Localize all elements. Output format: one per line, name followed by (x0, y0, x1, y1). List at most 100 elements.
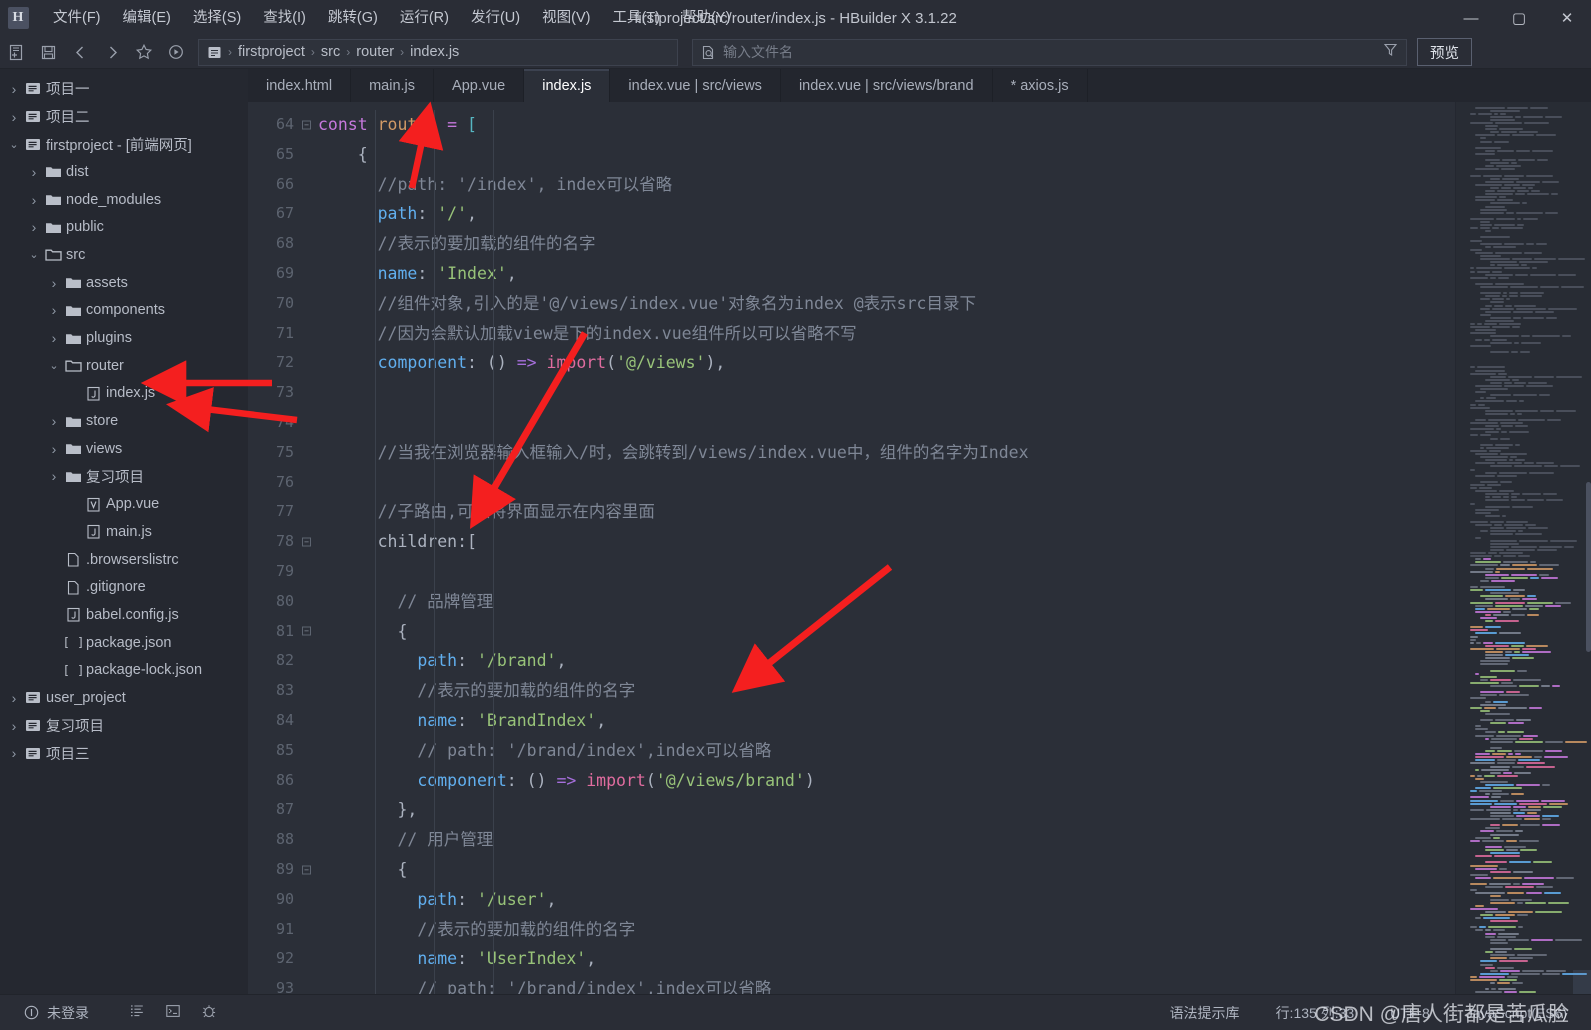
menu-edit[interactable]: 编辑(E) (112, 4, 182, 32)
tree-item-app.vue[interactable]: App.vue (0, 490, 248, 518)
breadcrumb-item-3[interactable]: index.js (410, 44, 459, 60)
chevron-right-icon[interactable]: › (6, 81, 22, 97)
breadcrumb-item-1[interactable]: src (321, 44, 340, 60)
forward-icon[interactable] (96, 36, 128, 69)
code-line[interactable]: component: () => import('@/views'), (318, 348, 1455, 378)
menu-goto[interactable]: 跳转(G) (317, 4, 389, 32)
tree-item-main.js[interactable]: main.js (0, 518, 248, 546)
chevron-right-icon[interactable]: › (46, 330, 62, 346)
chevron-down-icon[interactable]: ⌄ (6, 138, 22, 151)
code-line[interactable]: //表示的要加载的组件的名字 (318, 676, 1455, 706)
menu-help[interactable]: 帮助(Y) (671, 4, 741, 32)
close-button[interactable]: ✕ (1543, 0, 1591, 36)
outline-icon[interactable] (129, 1003, 145, 1022)
chevron-right-icon[interactable]: › (46, 413, 62, 429)
tree-item-user_project[interactable]: › user_project (0, 684, 248, 712)
editor-tab-3[interactable]: index.js (524, 69, 611, 102)
tree-item-node_modules[interactable]: › node_modules (0, 186, 248, 214)
editor-area[interactable]: 64−65 66 67 68 69 70 71 72 73 74 75 76 77 78−79 80 81−8… (248, 102, 1591, 994)
code-line[interactable]: component: () => import('@/views/brand') (318, 766, 1455, 796)
chevron-right-icon[interactable]: › (46, 468, 62, 484)
code-line[interactable] (318, 408, 1455, 438)
chevron-right-icon[interactable]: › (6, 690, 22, 706)
code-line[interactable]: { (318, 617, 1455, 647)
editor-tab-bar[interactable]: index.html main.js App.vue index.js index.vu… (248, 69, 1591, 102)
tree-item-components[interactable]: › components (0, 297, 248, 325)
code-line[interactable]: // path: '/brand/index',index可以省略 (318, 974, 1455, 994)
menu-tools[interactable]: 工具(T) (601, 4, 671, 32)
maximize-button[interactable]: ▢ (1495, 0, 1543, 36)
file-search-box[interactable]: 输入文件名 (692, 38, 1407, 66)
file-tree[interactable]: › 项目一 › 项目二 ⌄ firstproject - [前端网页] › dist › node… (0, 75, 248, 767)
chevron-right-icon[interactable]: › (26, 192, 42, 208)
tree-item-assets[interactable]: › assets (0, 269, 248, 297)
menu-file[interactable]: 文件(F) (42, 4, 112, 32)
editor-scrollbar[interactable] (1586, 102, 1591, 994)
tree-item-public[interactable]: › public (0, 213, 248, 241)
code-line[interactable]: { (318, 855, 1455, 885)
syntax-library-label[interactable]: 语法提示库 (1170, 1003, 1240, 1023)
tree-item-src[interactable]: ⌄ src (0, 241, 248, 269)
code-line[interactable]: path: '/user', (318, 885, 1455, 915)
new-file-icon[interactable] (0, 36, 32, 69)
project-explorer[interactable]: › 项目一 › 项目二 ⌄ firstproject - [前端网页] › dist › node… (0, 69, 248, 994)
code-line[interactable]: children:[ (318, 527, 1455, 557)
tree-item-index.js[interactable]: index.js (0, 380, 248, 408)
menu-select[interactable]: 选择(S) (182, 4, 252, 32)
code-line[interactable]: //组件对象,引入的是'@/views/index.vue'对象名为index … (318, 289, 1455, 319)
back-icon[interactable] (64, 36, 96, 69)
code-line[interactable]: //表示的要加载的组件的名字 (318, 915, 1455, 945)
tree-item-firstproject-[interactable]: ⌄ firstproject - [前端网页] (0, 130, 248, 158)
bug-icon[interactable] (201, 1003, 217, 1022)
tree-item-views[interactable]: › views (0, 435, 248, 463)
code-line[interactable]: path: '/brand', (318, 646, 1455, 676)
code-line[interactable]: // 品牌管理 (318, 587, 1455, 617)
terminal-icon[interactable] (165, 1003, 181, 1022)
tree-item-[interactable]: › 项目二 (0, 103, 248, 131)
file-search-input[interactable]: 输入文件名 (723, 42, 793, 62)
tree-item-.browserslistrc[interactable]: .browserslistrc (0, 546, 248, 574)
encoding-label[interactable]: UTF-8 (1390, 1005, 1430, 1021)
cursor-position-label[interactable]: 行:135 列:33 (1276, 1003, 1355, 1023)
code-minimap[interactable] (1455, 102, 1591, 994)
code-line[interactable]: const routes = [ (318, 110, 1455, 140)
code-line[interactable]: { (318, 140, 1455, 170)
preview-button[interactable]: 预览 (1417, 38, 1472, 66)
breadcrumb-item-2[interactable]: router (356, 44, 394, 60)
chevron-right-icon[interactable]: › (6, 109, 22, 125)
tree-item-store[interactable]: › store (0, 407, 248, 435)
code-line[interactable]: // 用户管理 (318, 825, 1455, 855)
favorite-icon[interactable] (128, 36, 160, 69)
chevron-right-icon[interactable]: › (26, 164, 42, 180)
tree-item-babel.config.js[interactable]: babel.config.js (0, 601, 248, 629)
editor-tab-2[interactable]: App.vue (434, 69, 525, 102)
menu-view[interactable]: 视图(V) (531, 4, 601, 32)
tree-item-[interactable]: › 项目三 (0, 740, 248, 768)
code-line[interactable]: // path: '/brand/index',index可以省略 (318, 736, 1455, 766)
tree-item-router[interactable]: ⌄ router (0, 352, 248, 380)
tree-item-dist[interactable]: › dist (0, 158, 248, 186)
save-icon[interactable] (32, 36, 64, 69)
run-icon[interactable] (160, 36, 192, 69)
menu-publish[interactable]: 发行(U) (460, 4, 531, 32)
code-line[interactable] (318, 468, 1455, 498)
code-line[interactable]: //path: '/index', index可以省略 (318, 170, 1455, 200)
tree-item-[interactable]: › 复习项目 (0, 463, 248, 491)
chevron-right-icon[interactable]: › (26, 219, 42, 235)
menu-run[interactable]: 运行(R) (389, 4, 460, 32)
code-content[interactable]: const routes = [ { //path: '/index', ind… (300, 102, 1455, 994)
status-login[interactable]: 未登录 (24, 1003, 89, 1023)
chevron-right-icon[interactable]: › (46, 302, 62, 318)
code-line[interactable]: name: 'BrandIndex', (318, 706, 1455, 736)
tree-item-package.json[interactable]: [ ] package.json (0, 629, 248, 657)
code-line[interactable]: //因为会默认加载view是下的index.vue组件所以可以省略不写 (318, 319, 1455, 349)
tree-item-package-lock.json[interactable]: [ ] package-lock.json (0, 656, 248, 684)
editor-tab-1[interactable]: main.js (351, 69, 435, 102)
minimize-button[interactable]: — (1447, 0, 1495, 36)
chevron-right-icon[interactable]: › (6, 718, 22, 734)
code-line[interactable]: //当我在浏览器输入框输入/时，会跳转到/views/index.vue中，组件… (318, 438, 1455, 468)
tree-item-[interactable]: › 项目一 (0, 75, 248, 103)
menu-find[interactable]: 查找(I) (252, 4, 317, 32)
editor-tab-4[interactable]: index.vue | src/views (610, 69, 781, 102)
tree-item-.gitignore[interactable]: .gitignore (0, 573, 248, 601)
